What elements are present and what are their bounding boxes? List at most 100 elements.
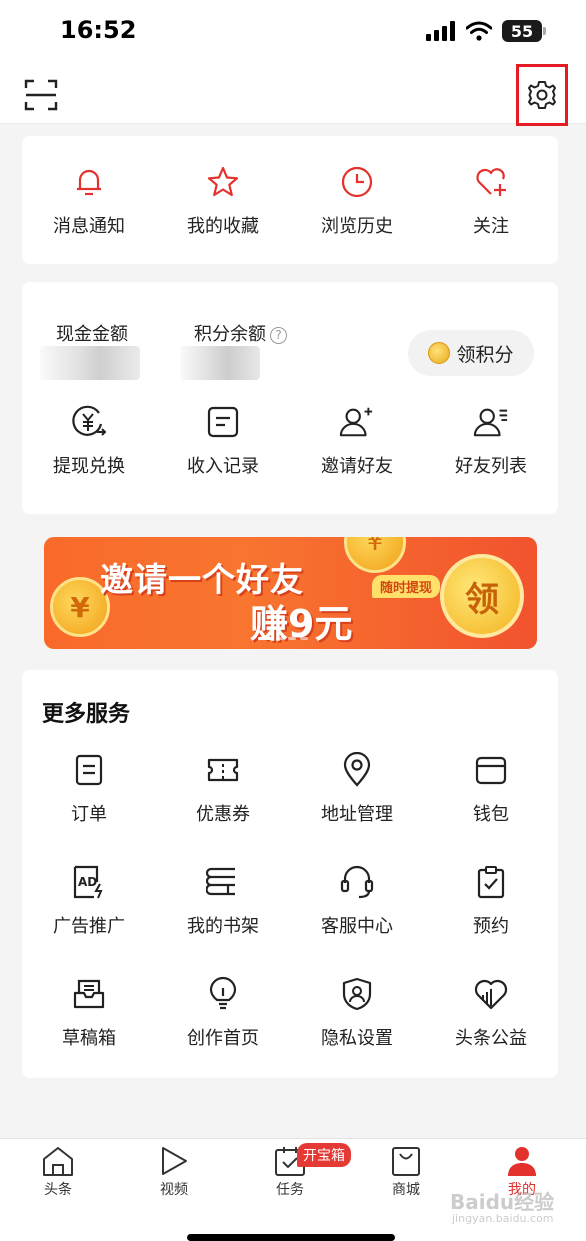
service-reservation[interactable]: 预约 [424, 864, 558, 938]
charity-heart-icon [474, 979, 508, 1010]
nav-label: 视频 [160, 1182, 188, 1198]
location-icon [343, 752, 371, 787]
coupon-icon [207, 758, 239, 782]
profile-icon [508, 1147, 536, 1176]
service-customer-center[interactable]: 客服中心 [290, 864, 424, 938]
claim-points-label: 领积分 [456, 343, 514, 366]
service-charity[interactable]: 头条公益 [424, 976, 558, 1050]
settings-button[interactable] [516, 64, 568, 126]
record-icon [207, 406, 239, 438]
home-indicator [187, 1234, 395, 1241]
service-label: 预约 [473, 916, 509, 937]
service-bookshelf[interactable]: 我的书架 [156, 864, 290, 938]
wallet-card: 现金金额 积分余额? 领积分 提现兑换 收入记录 邀请好友 好友列表 [22, 282, 558, 514]
nav-tab-video[interactable]: 视频 [116, 1145, 232, 1199]
service-privacy[interactable]: 隐私设置 [290, 976, 424, 1050]
wallet-action-withdraw[interactable]: 提现兑换 [22, 404, 156, 478]
add-user-icon [339, 407, 373, 437]
quick-link-following[interactable]: 关注 [424, 164, 558, 238]
claim-points-button[interactable]: 领积分 [408, 330, 534, 376]
status-time: 16:52 [60, 16, 137, 44]
status-bar: 16:52 55 [0, 0, 586, 64]
service-label: 我的书架 [187, 916, 259, 937]
draft-box-icon [73, 979, 105, 1009]
watermark-url: jingyan.baidu.com [452, 1212, 554, 1225]
wifi-icon [466, 21, 492, 41]
headset-icon [340, 865, 374, 899]
yuan-coin-icon: ¥ [344, 537, 406, 573]
wallet-action-friends[interactable]: 好友列表 [424, 404, 558, 478]
wallet-action-label: 好友列表 [455, 456, 527, 477]
quick-link-label: 消息通知 [53, 216, 125, 237]
help-icon[interactable]: ? [270, 327, 287, 344]
clock-icon [341, 166, 373, 198]
shopping-bag-icon [392, 1147, 420, 1176]
wallet-action-label: 邀请好友 [321, 456, 393, 477]
bookshelf-icon [206, 867, 235, 896]
service-label: 地址管理 [321, 804, 393, 825]
order-icon [75, 754, 103, 786]
quick-link-label: 关注 [473, 216, 509, 237]
top-toolbar [0, 64, 586, 126]
nav-label: 头条 [44, 1182, 72, 1198]
wallet-action-label: 收入记录 [187, 456, 259, 477]
status-icons: 55 [426, 20, 546, 42]
service-label: 创作首页 [187, 1028, 259, 1049]
ad-icon: AD [73, 865, 103, 899]
service-wallet[interactable]: 钱包 [424, 752, 558, 826]
points-balance-text: 积分余额 [194, 324, 266, 345]
cash-amount-value-blurred [40, 346, 140, 380]
coin-icon [428, 342, 451, 364]
scan-icon[interactable] [24, 78, 58, 112]
points-balance-value-blurred [180, 346, 260, 380]
star-icon [207, 166, 239, 197]
battery-indicator: 55 [502, 20, 546, 42]
wallet-icon [475, 756, 507, 785]
service-label: 广告推广 [53, 916, 125, 937]
watermark-logo: Baidu经验 [450, 1190, 555, 1214]
quick-links-card: 消息通知 我的收藏 浏览历史 关注 [22, 136, 558, 264]
quick-link-label: 我的收藏 [187, 216, 259, 237]
section-title: 更多服务 [42, 702, 131, 727]
svg-text:AD: AD [78, 875, 97, 889]
user-list-icon [473, 408, 508, 437]
quick-link-history[interactable]: 浏览历史 [290, 164, 424, 238]
lightbulb-icon [209, 976, 237, 1010]
service-label: 头条公益 [455, 1028, 527, 1049]
nav-tab-mall[interactable]: 商城 [348, 1145, 464, 1199]
cash-amount-label: 现金金额 [56, 324, 128, 345]
privacy-shield-icon [342, 977, 372, 1011]
cellular-signal-icon [426, 21, 455, 41]
play-icon [162, 1147, 187, 1175]
bell-icon [77, 169, 101, 196]
home-icon [43, 1147, 73, 1176]
quick-link-favorites[interactable]: 我的收藏 [156, 164, 290, 238]
service-drafts[interactable]: 草稿箱 [22, 976, 156, 1050]
service-address[interactable]: 地址管理 [290, 752, 424, 826]
banner-pagination [258, 637, 308, 640]
more-services-card: 更多服务 订单 优惠券 地址管理 钱包 AD 广告推广 我的书架 客服中心 预约… [22, 670, 558, 1078]
wallet-action-label: 提现兑换 [53, 456, 125, 477]
service-label: 草稿箱 [62, 1028, 116, 1049]
nav-tab-headlines[interactable]: 头条 [0, 1145, 116, 1199]
banner-claim-button[interactable]: 领 [440, 554, 524, 638]
service-orders[interactable]: 订单 [22, 752, 156, 826]
quick-link-label: 浏览历史 [321, 216, 393, 237]
service-advertising[interactable]: AD 广告推广 [22, 864, 156, 938]
service-label: 隐私设置 [321, 1028, 393, 1049]
quick-link-notifications[interactable]: 消息通知 [22, 164, 156, 238]
wallet-action-income[interactable]: 收入记录 [156, 404, 290, 478]
service-label: 钱包 [473, 804, 509, 825]
banner-tag: 随时提现 [372, 575, 441, 598]
service-coupons[interactable]: 优惠券 [156, 752, 290, 826]
invite-friend-banner[interactable]: ¥ ¥ 邀请一个好友 随时提现 赚9元 领 [44, 537, 537, 649]
service-label: 客服中心 [321, 916, 393, 937]
nav-label: 任务 [276, 1182, 304, 1198]
nav-label: 商城 [392, 1182, 420, 1198]
wallet-action-invite[interactable]: 邀请好友 [290, 404, 424, 478]
service-label: 优惠券 [196, 804, 250, 825]
treasure-box-badge[interactable]: 开宝箱 [297, 1143, 351, 1167]
gear-icon [528, 81, 556, 109]
service-creator-home[interactable]: 创作首页 [156, 976, 290, 1050]
clipboard-check-icon [477, 866, 505, 899]
